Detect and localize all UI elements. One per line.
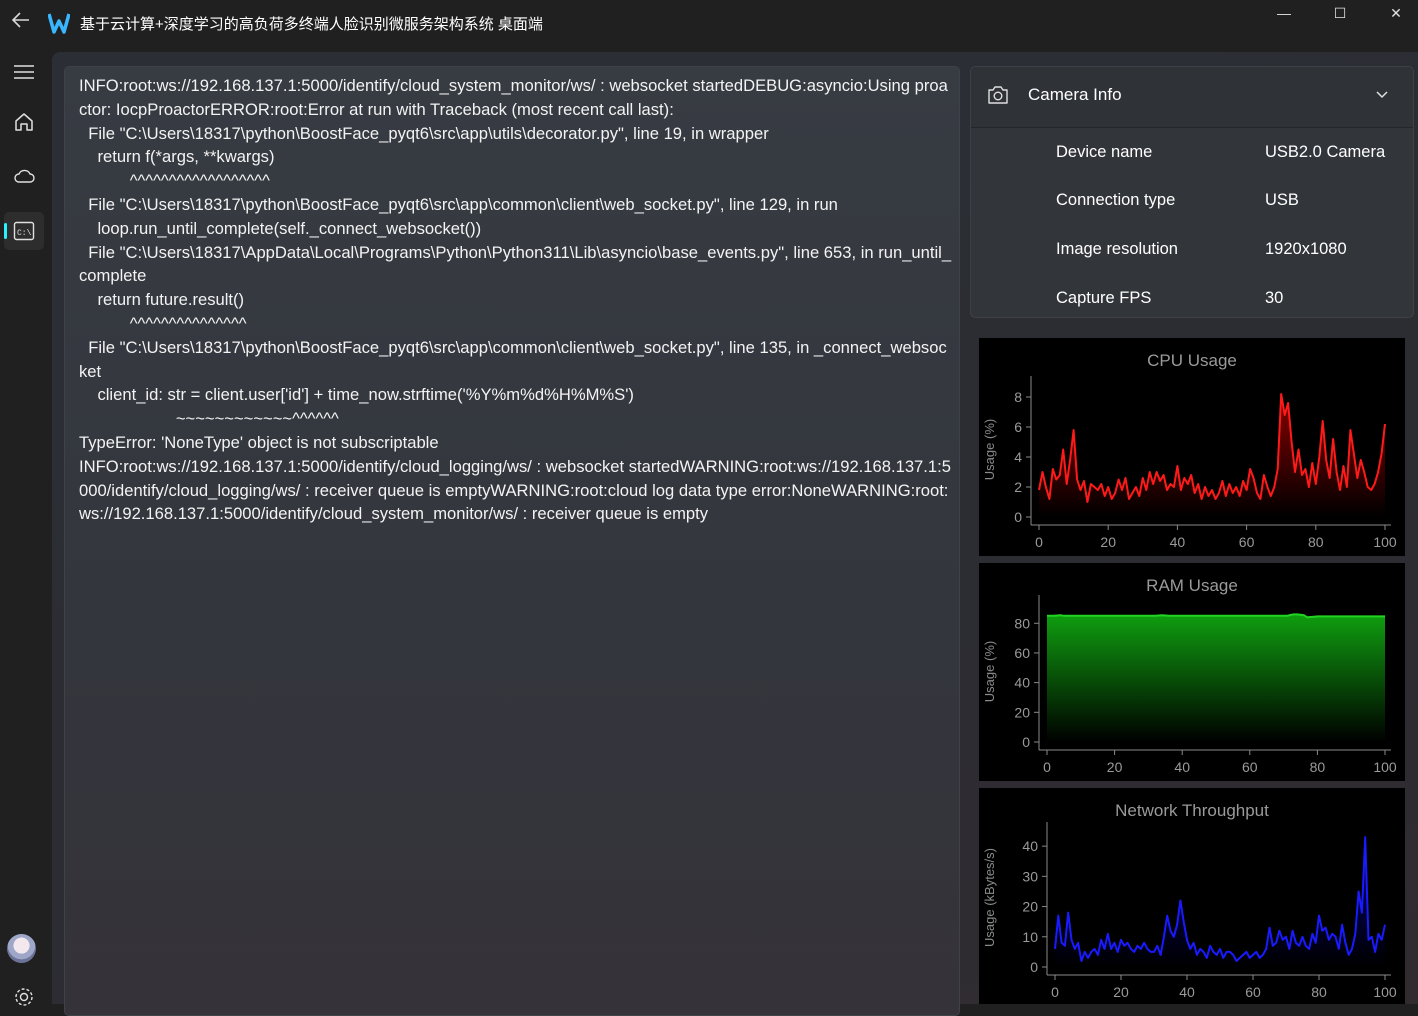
close-icon: ✕ [1390,5,1402,21]
close-button[interactable]: ✕ [1368,0,1418,28]
y-tick-label: 20 [1022,899,1038,915]
y-tick-label: 0 [1030,959,1038,975]
chart-title: Network Throughput [1115,801,1269,820]
capture-fps-value: 30 [1265,289,1284,307]
y-axis-label: Usage (%) [982,419,997,480]
connection-type-label: Connection type [1056,191,1176,209]
x-tick-label: 60 [1245,984,1261,1000]
x-tick-label: 60 [1242,759,1258,775]
cpu-usage-chart: CPU Usage Usage (%) 0 2 4 6 8 0 20 40 60 80 100 [979,338,1405,556]
y-tick-label: 4 [1014,449,1022,465]
x-tick-label: 80 [1308,534,1324,550]
x-tick-label: 20 [1113,984,1129,1000]
x-tick-label: 80 [1310,759,1326,775]
maximize-icon: ☐ [1333,5,1347,21]
x-tick-label: 60 [1239,534,1255,550]
sidebar-item-cloud[interactable] [4,158,44,196]
y-tick-label: 8 [1014,389,1022,405]
camera-icon [988,86,1008,104]
connection-type-value: USB [1265,191,1299,209]
device-name-value: USB2.0 Camera [1265,143,1386,161]
home-icon [15,113,33,131]
chart-svg: RAM Usage Usage (%) 0 20 40 60 80 0 20 40 60 80 100 [982,576,1397,775]
camera-info-card: Camera Info Device name USB2.0 Camera Co… [970,66,1414,318]
x-tick-label: 20 [1107,759,1123,775]
y-tick-label: 60 [1014,645,1030,661]
user-avatar[interactable] [7,934,36,963]
y-tick-label: 20 [1014,704,1030,720]
chart-svg: CPU UsageUsage (%)024680 20 40 60 80 100 [982,351,1397,550]
minimize-icon: — [1277,5,1291,21]
chevron-down-icon[interactable] [1375,87,1389,101]
x-tick-label: 40 [1179,984,1195,1000]
sidebar: C:\ [0,48,52,1006]
title-bar: 基于云计算+深度学习的高负荷多终端人脸识别微服务架构系统 桌面端 — ☐ ✕ [0,0,1418,48]
menu-button[interactable] [4,53,44,91]
y-tick-label: 0 [1022,734,1030,750]
x-tick-label: 40 [1174,759,1190,775]
window-title: 基于云计算+深度学习的高负荷多终端人脸识别微服务架构系统 桌面端 [80,16,543,33]
camera-info-header[interactable]: Camera Info [971,67,1413,128]
sidebar-item-console[interactable]: C:\ [4,212,44,250]
x-tick-label: 0 [1043,759,1051,775]
svg-text:C:\: C:\ [17,229,32,238]
y-axis-label: Usage (kBytes/s) [982,848,997,947]
arrow-left-icon [11,12,29,28]
y-tick-label: 10 [1022,929,1038,945]
y-tick-label: 6 [1014,419,1022,435]
series-area [1047,614,1385,742]
settings-button[interactable] [4,978,44,1016]
x-tick-label: 20 [1100,534,1116,550]
y-tick-label: 40 [1014,675,1030,691]
x-tick-label: 40 [1170,534,1186,550]
terminal-icon: C:\ [13,221,35,241]
y-tick-label: 40 [1022,838,1038,854]
x-tick-label: 80 [1311,984,1327,1000]
log-output[interactable]: INFO:root:ws://192.168.137.1:5000/identi… [79,74,954,526]
device-name-label: Device name [1056,143,1153,161]
y-tick-label: 80 [1014,615,1030,631]
camera-info-title: Camera Info [1028,85,1122,104]
x-tick-label: 100 [1373,984,1397,1000]
y-axis-label: Usage (%) [982,641,997,702]
chart-title: RAM Usage [1146,576,1238,595]
x-tick-label: 100 [1373,534,1397,550]
back-button[interactable] [8,10,34,36]
y-tick-label: 30 [1022,868,1038,884]
image-resolution-label: Image resolution [1056,240,1178,258]
cloud-icon [14,169,35,183]
y-tick-label: 2 [1014,479,1022,495]
maximize-button[interactable]: ☐ [1312,0,1368,28]
ram-usage-chart: RAM Usage Usage (%) 0 20 40 60 80 0 20 40 60 80 100 [979,563,1405,781]
capture-fps-label: Capture FPS [1056,289,1152,307]
app-logo-icon [48,13,70,34]
network-throughput-chart: Network Throughput Usage (kBytes/s) 0 10 20 3… [979,788,1405,1004]
sidebar-item-home[interactable] [4,103,44,141]
x-tick-label: 100 [1373,759,1397,775]
y-tick-label: 0 [1014,509,1022,525]
chart-title: CPU Usage [1147,351,1237,370]
series-area [1039,394,1385,517]
hamburger-icon [14,65,34,79]
image-resolution-value: 1920x1080 [1265,240,1347,258]
gear-icon [15,988,33,1006]
chart-svg: Network Throughput Usage (kBytes/s) 0 10 20 3… [982,801,1397,1000]
x-tick-label: 0 [1051,984,1059,1000]
x-tick-label: 0 [1035,534,1043,550]
minimize-button[interactable]: — [1256,0,1312,28]
